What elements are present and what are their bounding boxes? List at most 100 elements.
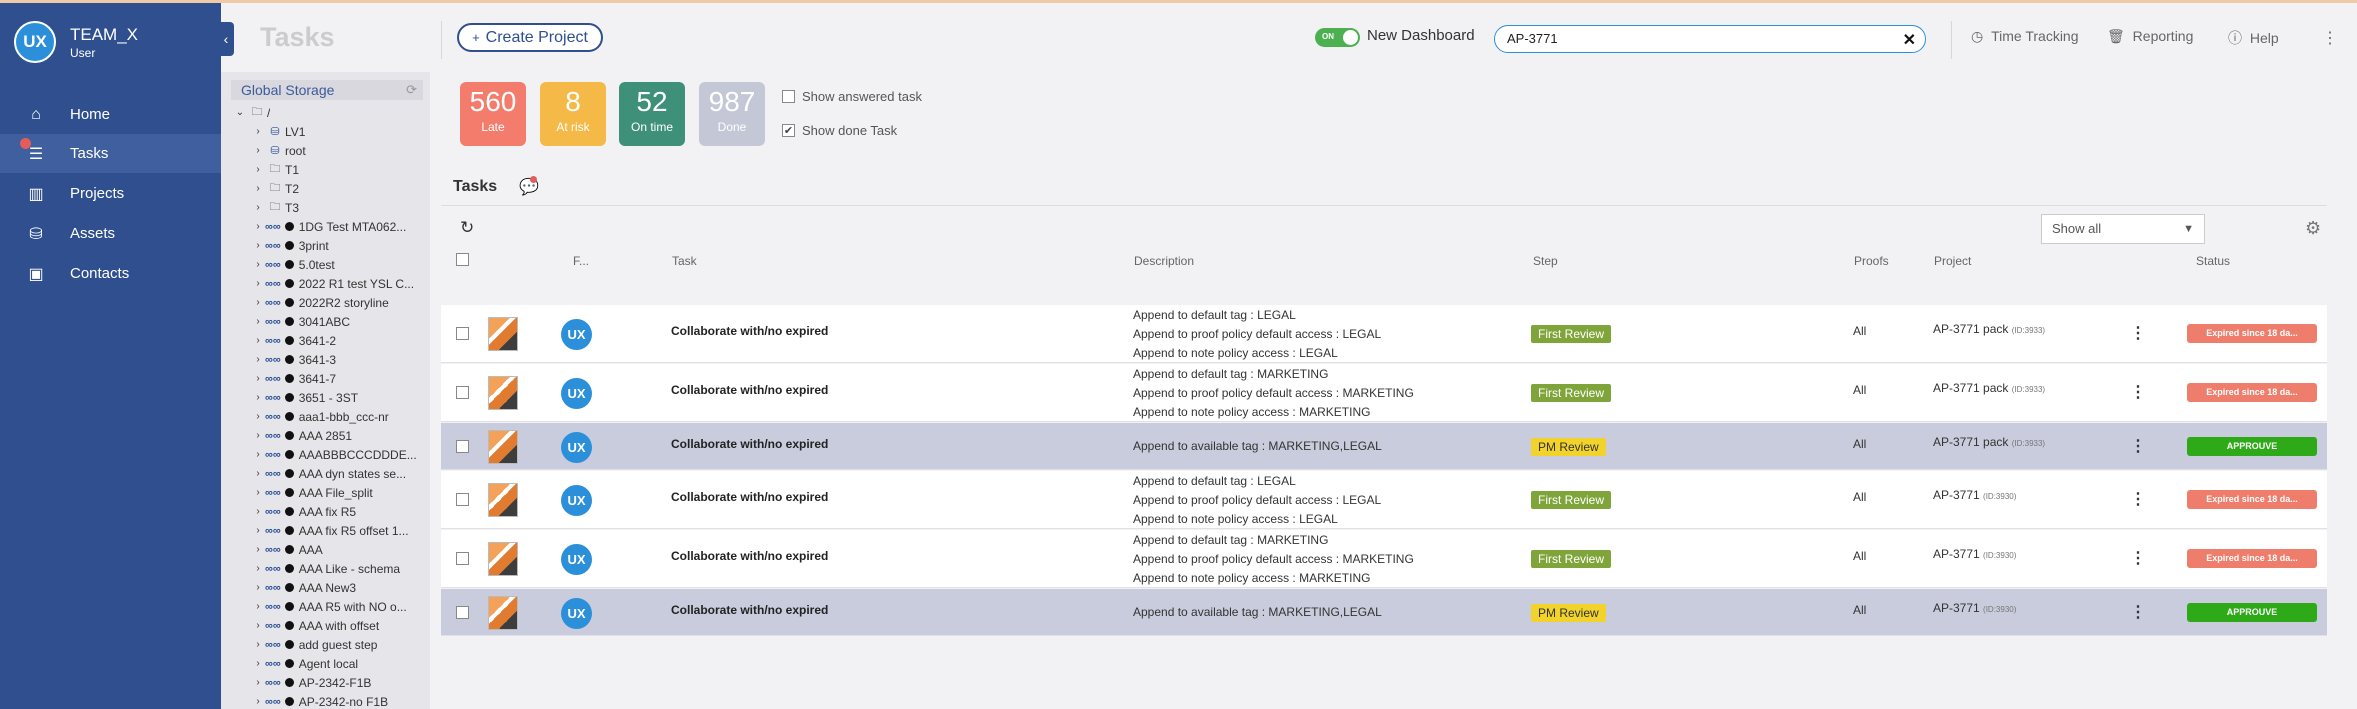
tree-node-item[interactable]: › ∞∞ AAA dyn states se... xyxy=(251,464,426,483)
assignee-avatar[interactable]: UX xyxy=(561,485,592,516)
row-menu-icon[interactable]: ⋮ xyxy=(2130,323,2146,343)
chevron-right-icon[interactable]: › xyxy=(251,126,265,137)
search-input[interactable]: AP-3771 ✕ xyxy=(1494,25,1926,53)
tree-node-item[interactable]: › ∞∞ 3641-7 xyxy=(251,369,426,388)
counter-on-time[interactable]: 52 On time xyxy=(619,82,685,146)
chevron-right-icon[interactable]: › xyxy=(251,278,265,289)
sidebar-item-home[interactable]: ⌂ Home xyxy=(0,95,221,134)
chevron-right-icon[interactable]: › xyxy=(251,620,265,631)
table-row[interactable]: UX Collaborate with/no expired Append to d… xyxy=(441,530,2327,588)
gear-icon[interactable]: ⚙ xyxy=(2305,218,2321,239)
tree-node-item[interactable]: › ∞∞ 3641-2 xyxy=(251,331,426,350)
project-link[interactable]: AP-3771 pack (ID:3933) xyxy=(1933,381,2045,395)
chevron-right-icon[interactable]: › xyxy=(251,582,265,593)
project-link[interactable]: AP-3771 pack (ID:3933) xyxy=(1933,322,2045,336)
chevron-right-icon[interactable]: › xyxy=(251,544,265,555)
table-row[interactable]: UX Collaborate with/no expired Append to a… xyxy=(441,423,2327,470)
task-name[interactable]: Collaborate with/no expired xyxy=(671,603,828,617)
help-link[interactable]: ⓘ Help xyxy=(2228,28,2279,48)
file-thumbnail[interactable] xyxy=(488,595,518,630)
column-header-description[interactable]: Description xyxy=(1134,254,1194,268)
row-checkbox[interactable] xyxy=(456,439,469,453)
tree-node-item[interactable]: › ∞∞ AAA R5 with NO o... xyxy=(251,597,426,616)
file-thumbnail[interactable] xyxy=(488,542,518,576)
row-menu-icon[interactable]: ⋮ xyxy=(2130,602,2146,622)
collapse-sidebar-button[interactable]: ‹ xyxy=(218,22,234,56)
column-header-status[interactable]: Status xyxy=(2196,254,2230,268)
tree-node-item[interactable]: › ∞∞ add guest step xyxy=(251,635,426,654)
project-link[interactable]: AP-3771 (ID:3930) xyxy=(1933,547,2016,561)
file-thumbnail[interactable] xyxy=(488,376,518,410)
row-menu-icon[interactable]: ⋮ xyxy=(2130,489,2146,509)
chevron-right-icon[interactable]: › xyxy=(251,677,265,688)
show-answered-filter[interactable]: Show answered task xyxy=(782,89,922,104)
chevron-right-icon[interactable]: › xyxy=(251,164,265,175)
chevron-right-icon[interactable]: › xyxy=(251,221,265,232)
task-name[interactable]: Collaborate with/no expired xyxy=(671,383,828,397)
tree-node-item[interactable]: › ∞∞ 3641-3 xyxy=(251,350,426,369)
chevron-right-icon[interactable]: › xyxy=(251,449,265,460)
row-menu-icon[interactable]: ⋮ xyxy=(2130,548,2146,568)
chevron-right-icon[interactable]: › xyxy=(251,335,265,346)
row-menu-icon[interactable]: ⋮ xyxy=(2130,382,2146,402)
chevron-right-icon[interactable]: › xyxy=(251,392,265,403)
sidebar-item-assets[interactable]: ⛁ Assets xyxy=(0,214,221,253)
assignee-avatar[interactable]: UX xyxy=(561,544,592,575)
row-checkbox[interactable] xyxy=(456,552,469,565)
task-name[interactable]: Collaborate with/no expired xyxy=(671,437,828,451)
tree-node-item[interactable]: › ∞∞ AAA xyxy=(251,540,426,559)
sidebar-item-projects[interactable]: ▥ Projects xyxy=(0,174,221,213)
task-name[interactable]: Collaborate with/no expired xyxy=(671,549,828,563)
checkbox-checked[interactable]: ✔ xyxy=(782,124,795,137)
tree-node-item[interactable]: › ∞∞ 3print xyxy=(251,236,426,255)
chevron-right-icon[interactable]: › xyxy=(251,506,265,517)
column-header-step[interactable]: Step xyxy=(1533,254,1558,268)
chevron-right-icon[interactable]: › xyxy=(251,259,265,270)
file-thumbnail[interactable] xyxy=(488,317,518,351)
row-menu-icon[interactable]: ⋮ xyxy=(2130,436,2146,456)
chevron-right-icon[interactable]: › xyxy=(251,411,265,422)
chevron-right-icon[interactable]: › xyxy=(251,525,265,536)
project-link[interactable]: AP-3771 (ID:3930) xyxy=(1933,488,2016,502)
more-menu-icon[interactable]: ⋮ xyxy=(2322,28,2338,48)
chevron-right-icon[interactable]: › xyxy=(251,145,265,156)
tree-node-folder[interactable]: › 🗀 T2 xyxy=(251,179,426,198)
task-name[interactable]: Collaborate with/no expired xyxy=(671,490,828,504)
tree-node-item[interactable]: › ∞∞ AAA fix R5 offset 1... xyxy=(251,521,426,540)
assignee-avatar[interactable]: UX xyxy=(561,319,592,350)
tree-node-item[interactable]: › ∞∞ aaa1-bbb_ccc-nr xyxy=(251,407,426,426)
chevron-right-icon[interactable]: › xyxy=(251,601,265,612)
tree-node-item[interactable]: › ∞∞ Agent local xyxy=(251,654,426,673)
close-icon[interactable]: ✕ xyxy=(1903,28,1916,54)
column-header-project[interactable]: Project xyxy=(1934,254,1971,268)
row-checkbox[interactable] xyxy=(456,605,469,619)
table-row[interactable]: UX Collaborate with/no expired Append to d… xyxy=(441,305,2327,363)
chevron-right-icon[interactable]: › xyxy=(251,316,265,327)
tree-node-item[interactable]: › ∞∞ AAA New3 xyxy=(251,578,426,597)
sidebar-item-tasks[interactable]: ☰ Tasks xyxy=(0,134,221,173)
table-row[interactable]: UX Collaborate with/no expired Append to d… xyxy=(441,471,2327,529)
time-tracking-link[interactable]: ◷ Time Tracking xyxy=(1971,28,2079,45)
chevron-right-icon[interactable]: › xyxy=(251,658,265,669)
tree-node-folder[interactable]: › 🗀 T3 xyxy=(251,198,426,217)
table-row[interactable]: UX Collaborate with/no expired Append to d… xyxy=(441,364,2327,422)
reporting-link[interactable]: 🗑 Reporting xyxy=(2107,28,2193,45)
row-checkbox[interactable] xyxy=(456,386,469,399)
tree-node-item[interactable]: › ∞∞ AP-2342-F1B xyxy=(251,673,426,692)
chevron-right-icon[interactable]: › xyxy=(251,240,265,251)
tree-node-folder[interactable]: › ⛁ root xyxy=(251,141,426,160)
tree-node-item[interactable]: › ∞∞ AAABBBCCCDDDE... xyxy=(251,445,426,464)
chevron-right-icon[interactable]: › xyxy=(251,639,265,650)
chevron-right-icon[interactable]: › xyxy=(251,183,265,194)
tree-node-root[interactable]: ⌄ 🗀 / xyxy=(233,103,271,122)
chevron-right-icon[interactable]: › xyxy=(251,373,265,384)
row-checkbox[interactable] xyxy=(456,493,469,506)
chevron-right-icon[interactable]: › xyxy=(251,487,265,498)
tree-node-item[interactable]: › ∞∞ AAA File_split xyxy=(251,483,426,502)
tree-node-item[interactable]: › ∞∞ AAA 2851 xyxy=(251,426,426,445)
create-project-button[interactable]: + Create Project xyxy=(457,23,603,52)
tree-node-item[interactable]: › ∞∞ AAA Like - schema xyxy=(251,559,426,578)
chevron-right-icon[interactable]: › xyxy=(251,297,265,308)
table-row[interactable]: UX Collaborate with/no expired Append to a… xyxy=(441,589,2327,636)
new-dashboard-toggle[interactable]: ON xyxy=(1315,28,1360,47)
